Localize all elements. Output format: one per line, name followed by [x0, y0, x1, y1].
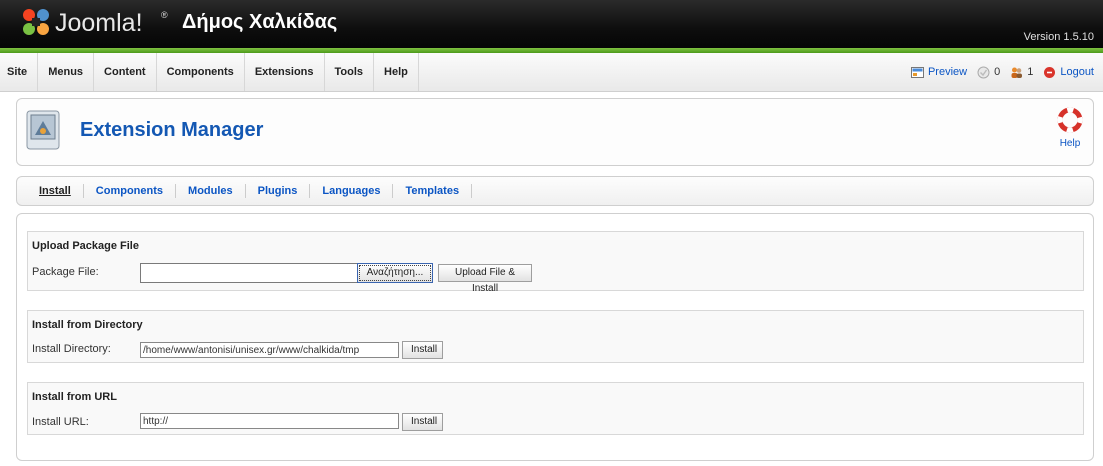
status-bar: Preview 0 1 Logout	[910, 53, 1094, 91]
menu-content[interactable]: Content	[94, 53, 157, 91]
install-url-section: Install from URL Install URL: Install	[27, 382, 1084, 435]
joomla-logo-icon	[23, 9, 49, 35]
page-title: Extension Manager	[80, 119, 264, 141]
package-file-input[interactable]	[140, 263, 358, 283]
install-url-label: Install URL:	[32, 416, 89, 428]
menu-menus[interactable]: Menus	[38, 53, 95, 91]
messages-count: 0	[994, 66, 1001, 78]
version-label: Version 1.5.10	[1023, 31, 1094, 43]
online-users-indicator[interactable]: 1	[1010, 66, 1033, 79]
install-url-input[interactable]	[140, 413, 399, 429]
submenu: Install Components Modules Plugins Langu…	[27, 177, 473, 205]
help-lifebuoy-icon	[1057, 107, 1083, 133]
install-directory-input[interactable]	[140, 342, 399, 358]
upload-package-section: Upload Package File Package File: Αναζήτ…	[27, 231, 1084, 294]
logout-link[interactable]: Logout	[1043, 66, 1094, 79]
users-icon	[1011, 67, 1023, 78]
main-content: Upload Package File Package File: Αναζήτ…	[16, 213, 1094, 461]
menu-help[interactable]: Help	[374, 53, 419, 91]
install-directory-label: Install Directory:	[32, 343, 111, 355]
menu-site[interactable]: Site	[0, 53, 39, 91]
trademark-mark: ®	[161, 10, 168, 20]
upload-install-button[interactable]: Upload File & Install	[438, 264, 532, 294]
package-file-label: Package File:	[32, 266, 99, 278]
preview-label: Preview	[927, 66, 968, 78]
joomla-wordmark: Joomla!	[55, 9, 143, 37]
tab-languages[interactable]: Languages	[310, 184, 394, 198]
admin-header: Joomla! ® Δήμος Χαλκίδας Version 1.5.10	[0, 0, 1103, 48]
menu-extensions[interactable]: Extensions	[245, 53, 325, 91]
menu-components[interactable]: Components	[157, 53, 245, 91]
install-directory-section: Install from Directory Install Directory…	[27, 310, 1084, 363]
users-count: 1	[1027, 66, 1034, 78]
browse-button[interactable]: Αναζήτηση...	[357, 263, 433, 283]
messages-indicator[interactable]: 0	[977, 66, 1000, 79]
submenu-box: Install Components Modules Plugins Langu…	[16, 176, 1094, 206]
install-url-button[interactable]: Install	[402, 413, 443, 431]
messages-icon	[977, 66, 990, 78]
main-menu-bar: Site Menus Content Components Extensions…	[0, 53, 1103, 92]
preview-icon	[910, 66, 924, 78]
upload-section-title: Upload Package File	[32, 240, 139, 252]
extension-manager-icon	[26, 110, 60, 150]
toolbar-box: Extension Manager Help	[16, 98, 1094, 166]
logout-label: Logout	[1060, 66, 1094, 78]
help-label: Help	[1059, 138, 1081, 149]
tab-plugins[interactable]: Plugins	[246, 184, 311, 198]
tab-install[interactable]: Install	[27, 184, 84, 198]
directory-section-title: Install from Directory	[32, 319, 143, 331]
site-name: Δήμος Χαλκίδας	[182, 11, 338, 33]
url-section-title: Install from URL	[32, 391, 117, 403]
tab-modules[interactable]: Modules	[176, 184, 246, 198]
tab-templates[interactable]: Templates	[393, 184, 473, 198]
preview-link[interactable]: Preview	[910, 66, 968, 79]
logout-icon	[1044, 66, 1056, 78]
menu-tools[interactable]: Tools	[325, 53, 375, 91]
install-directory-button[interactable]: Install	[402, 341, 443, 359]
tab-components[interactable]: Components	[84, 184, 177, 198]
help-button[interactable]: Help	[1053, 107, 1087, 149]
